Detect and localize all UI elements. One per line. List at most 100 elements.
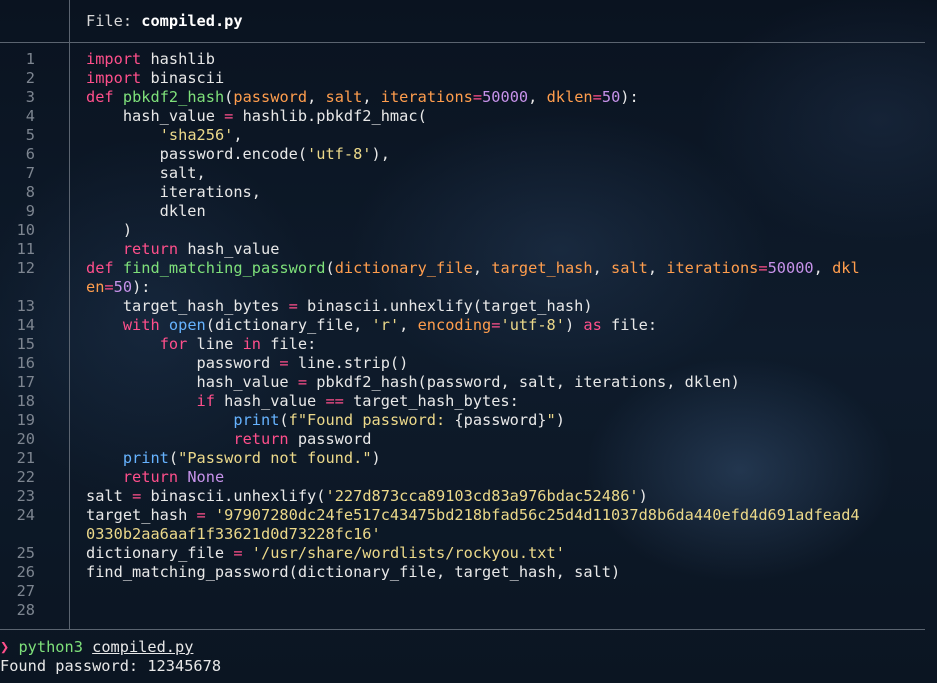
code-text: if hash_value == target_hash_bytes:: [86, 392, 519, 411]
code-line[interactable]: 7 salt,: [0, 164, 930, 183]
code-text: return None: [86, 468, 224, 487]
code-line[interactable]: 11 return hash_value: [0, 240, 930, 259]
code-line[interactable]: 4 hash_value = hashlib.pbkdf2_hmac(: [0, 107, 930, 126]
line-number: 11: [16, 240, 35, 258]
code-line[interactable]: 10 ): [0, 221, 930, 240]
line-number: 14: [16, 316, 35, 334]
code-token: 'utf-8': [307, 145, 372, 163]
code-token: for: [159, 335, 188, 353]
code-line[interactable]: 0330b2aa6aaf1f33621d0d73228fc16': [0, 525, 930, 544]
code-line[interactable]: 17 hash_value = pbkdf2_hash(password, sa…: [0, 373, 930, 392]
code-token: binascii.unhexlify(target_hash): [297, 297, 593, 315]
code-token: '227d873cca89103cd83a976bdac52486': [325, 487, 639, 505]
code-token: ,: [233, 126, 243, 144]
code-line[interactable]: 25 dictionary_file = '/usr/share/wordlist…: [0, 544, 930, 563]
code-token: ,: [647, 259, 667, 277]
code-token: password: [86, 354, 280, 372]
code-text: 'sha256',: [86, 126, 243, 145]
code-token: =: [233, 544, 243, 562]
code-token: ==: [325, 392, 344, 410]
code-token: (: [168, 449, 179, 467]
code-text: hash_value = pbkdf2_hash(password, salt,…: [86, 373, 740, 392]
code-token: =: [196, 506, 206, 524]
code-text: for line in file:: [86, 335, 317, 354]
code-line[interactable]: 22 return None: [0, 468, 930, 487]
code-line[interactable]: 9 dklen: [0, 202, 930, 221]
code-line[interactable]: 18 if hash_value == target_hash_bytes:: [0, 392, 930, 411]
code-line[interactable]: 2 import binascii: [0, 69, 930, 88]
code-line[interactable]: en=50):: [0, 278, 930, 297]
code-line[interactable]: 3 def pbkdf2_hash(password, salt, iterati…: [0, 88, 930, 107]
code-token: file:: [601, 316, 658, 334]
line-number: 21: [16, 449, 35, 467]
code-token: ,: [362, 88, 381, 106]
code-line[interactable]: 24 target_hash = '97907280dc24fe517c43475…: [0, 506, 930, 525]
code-line[interactable]: 21 print("Password not found."): [0, 449, 930, 468]
code-text: ): [86, 221, 132, 240]
code-token: ): [371, 449, 381, 467]
code-line[interactable]: 12 def find_matching_password(dictionary_…: [0, 259, 930, 278]
code-token: ): [638, 487, 648, 505]
code-token: 'sha256': [159, 126, 234, 144]
code-token: (: [279, 411, 289, 429]
code-line[interactable]: 19 print(f"Found password: {password}"): [0, 411, 930, 430]
line-number: 15: [16, 335, 35, 353]
code-token: (: [224, 88, 234, 106]
code-token: salt,: [86, 164, 206, 182]
code-token: hash_value: [214, 392, 326, 410]
editor-bottom-border: [0, 629, 925, 630]
code-line[interactable]: 14 with open(dictionary_file, 'r', encod…: [0, 316, 930, 335]
code-line[interactable]: 23 salt = binascii.unhexlify('227d873cca8…: [0, 487, 930, 506]
code-token: line.strip(): [288, 354, 409, 372]
code-token: =: [279, 354, 289, 372]
code-token: ,: [399, 316, 418, 334]
code-line[interactable]: 13 target_hash_bytes = binascii.unhexlif…: [0, 297, 930, 316]
code-token: ,: [472, 259, 492, 277]
code-token: =: [104, 278, 114, 296]
code-token: iterations,: [86, 183, 261, 201]
code-token: dkl: [832, 259, 860, 277]
code-token: hashlib.pbkdf2_hmac(: [233, 107, 427, 125]
code-line[interactable]: 5 'sha256',: [0, 126, 930, 145]
code-token: None: [187, 468, 225, 486]
code-token: pbkdf2_hash(password, salt, iterations, …: [307, 373, 740, 391]
code-text: salt,: [86, 164, 206, 183]
code-text: import hashlib: [86, 50, 215, 69]
code-token: import: [86, 50, 142, 68]
code-token: '97907280dc24fe517c43475bd218bfad56c25d4…: [214, 506, 860, 524]
line-number: 13: [16, 297, 35, 315]
file-name: compiled.py: [141, 12, 243, 30]
code-line[interactable]: 15 for line in file:: [0, 335, 930, 354]
code-token: 50: [113, 278, 133, 296]
code-editor[interactable]: File: compiled.py 1 import hashlib 2 import…: [0, 0, 937, 630]
code-line[interactable]: 20 return password: [0, 430, 930, 449]
code-token: 50000: [767, 259, 814, 277]
code-area[interactable]: 1 import hashlib 2 import binascii 3 def pbkd…: [0, 50, 930, 620]
line-number: 23: [16, 487, 35, 505]
code-token: ": [546, 411, 556, 429]
code-text: def pbkdf2_hash(password, salt, iteratio…: [86, 88, 639, 107]
code-line[interactable]: 8 iterations,: [0, 183, 930, 202]
code-line[interactable]: 26 find_matching_password(dictionary_file…: [0, 563, 930, 582]
code-line[interactable]: 27: [0, 582, 930, 601]
code-line[interactable]: 16 password = line.strip(): [0, 354, 930, 373]
code-line[interactable]: 6 password.encode('utf-8'),: [0, 145, 930, 164]
code-token: dictionary_file: [334, 259, 473, 277]
code-token: =: [491, 316, 501, 334]
code-token: hash_value: [178, 240, 280, 258]
code-line[interactable]: 28: [0, 601, 930, 620]
line-number: 20: [16, 430, 35, 448]
terminal-output[interactable]: ❯ python3 compiled.py Found password: 12…: [0, 638, 937, 676]
code-line[interactable]: 1 import hashlib: [0, 50, 930, 69]
line-number: 24: [16, 506, 35, 524]
code-token: open: [168, 316, 206, 334]
code-token: {password}: [454, 411, 547, 429]
code-token: ),: [371, 145, 390, 163]
code-token: =: [758, 259, 768, 277]
terminal-command-line[interactable]: ❯ python3 compiled.py: [0, 638, 937, 657]
